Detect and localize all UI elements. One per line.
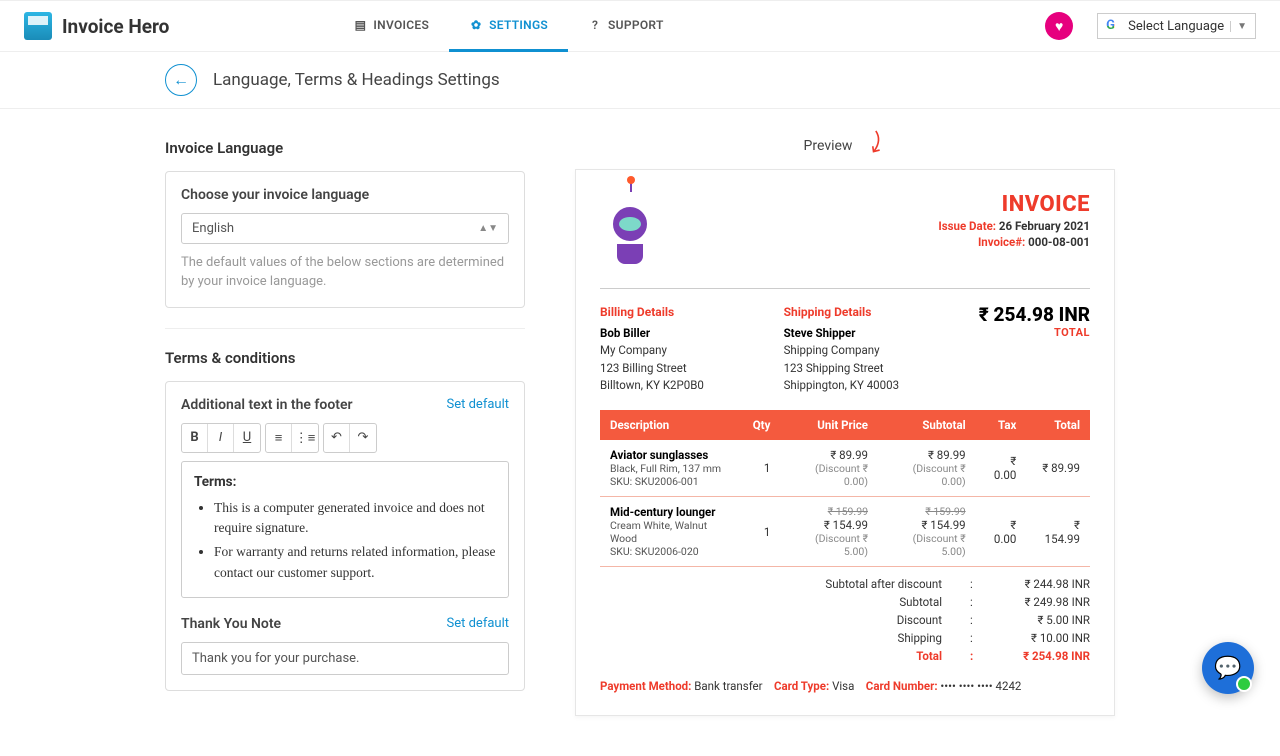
favorite-button[interactable]: ♥ (1045, 12, 1073, 40)
select-caret-icon: ▲▼ (478, 223, 498, 234)
set-default-thank-link[interactable]: Set default (447, 616, 510, 631)
nav-invoices[interactable]: ▤ INVOICES (333, 0, 449, 52)
language-picker[interactable]: G Select Language ▼ (1097, 13, 1256, 39)
language-card: Choose your invoice language English ▲▼ … (165, 171, 525, 308)
question-icon: ? (588, 18, 602, 32)
terms-item: For warranty and returns related informa… (214, 542, 496, 583)
line-items-table: Description Qty Unit Price Subtotal Tax … (600, 410, 1090, 567)
bullet-list-button[interactable]: ≡ (266, 424, 292, 452)
col-tax: Tax (976, 410, 1027, 440)
divider (165, 328, 525, 329)
thank-you-label: Thank You Note (181, 616, 281, 632)
language-helper-text: The default values of the below sections… (181, 254, 509, 292)
bold-button[interactable]: B (182, 424, 208, 452)
invoice-preview: INVOICE Issue Date: 26 February 2021 Inv… (575, 169, 1115, 716)
col-total: Total (1026, 410, 1090, 440)
settings-panel: Invoice Language Choose your invoice lan… (165, 133, 525, 716)
section-terms-title: Terms & conditions (165, 349, 525, 367)
choose-language-label: Choose your invoice language (181, 187, 509, 203)
nav-settings[interactable]: ✿ SETTINGS (449, 0, 568, 52)
back-button[interactable]: ← (165, 64, 197, 96)
google-icon: G (1106, 18, 1122, 34)
col-description: Description (600, 410, 743, 440)
underline-button[interactable]: U (234, 424, 260, 452)
invoice-number-label: Invoice#: (978, 235, 1025, 249)
issue-date-label: Issue Date: (938, 219, 996, 233)
language-select-value: English (192, 221, 234, 236)
document-icon: ▤ (353, 18, 367, 32)
app-logo[interactable]: Invoice Hero (24, 12, 169, 40)
curved-arrow-icon (858, 125, 895, 162)
main-nav: ▤ INVOICES ✿ SETTINGS ? SUPPORT (333, 0, 683, 52)
arrow-left-icon: ← (173, 70, 189, 90)
invoice-number-value: 000-08-001 (1028, 235, 1090, 249)
page-title: Language, Terms & Headings Settings (213, 70, 500, 90)
company-logo (600, 192, 660, 270)
terms-card: Additional text in the footer Set defaul… (165, 381, 525, 691)
chat-icon: 💬 (1214, 656, 1241, 681)
app-name: Invoice Hero (62, 15, 169, 38)
nav-settings-label: SETTINGS (489, 18, 548, 32)
nav-invoices-label: INVOICES (373, 18, 429, 32)
terms-editor[interactable]: Terms: This is a computer generated invo… (181, 461, 509, 598)
terms-item: This is a computer generated invoice and… (214, 498, 496, 539)
heart-icon: ♥ (1055, 18, 1063, 35)
col-subtotal: Subtotal (878, 410, 976, 440)
numbered-list-button[interactable]: ⋮≡ (292, 424, 318, 452)
terms-heading: Terms: (194, 474, 236, 490)
section-language-title: Invoice Language (165, 139, 525, 157)
chat-widget[interactable]: 💬 (1202, 642, 1254, 694)
footer-text-label: Additional text in the footer (181, 397, 353, 413)
nav-support-label: SUPPORT (608, 18, 664, 32)
language-picker-label: Select Language (1128, 19, 1224, 34)
shipping-details: Shipping Details Steve Shipper Shipping … (784, 303, 899, 394)
col-qty: Qty (743, 410, 781, 440)
main-content: Invoice Language Choose your invoice lan… (155, 109, 1125, 756)
invoice-summary: Subtotal after discount:₹ 244.98 INR Sub… (600, 575, 1090, 665)
invoice-title: INVOICE (938, 192, 1090, 217)
billing-details: Billing Details Bob Biller My Company 12… (600, 303, 704, 394)
caret-icon: ▼ (1230, 21, 1247, 32)
table-row: Aviator sunglassesBlack, Full Rim, 137 m… (600, 440, 1090, 497)
logo-icon (24, 12, 52, 40)
sub-header: ← Language, Terms & Headings Settings (0, 52, 1280, 109)
thank-you-input[interactable] (181, 642, 509, 675)
payment-info: Payment Method: Bank transfer Card Type:… (600, 679, 1090, 693)
set-default-footer-link[interactable]: Set default (447, 397, 510, 412)
grand-total: ₹ 254.98 INR TOTAL (979, 303, 1090, 394)
editor-toolbar: B I U ≡ ⋮≡ ↶ ↷ (181, 423, 509, 453)
preview-panel: Preview INVOICE Issue Date: 26 February … (575, 133, 1115, 716)
issue-date-value: 26 February 2021 (999, 219, 1090, 233)
undo-button[interactable]: ↶ (324, 424, 350, 452)
italic-button[interactable]: I (208, 424, 234, 452)
nav-support[interactable]: ? SUPPORT (568, 0, 684, 52)
col-unit: Unit Price (780, 410, 878, 440)
preview-label: Preview (575, 133, 1115, 159)
redo-button[interactable]: ↷ (350, 424, 376, 452)
topbar: Invoice Hero ▤ INVOICES ✿ SETTINGS ? SUP… (0, 0, 1280, 52)
language-select[interactable]: English ▲▼ (181, 213, 509, 244)
table-row: Mid-century loungerCream White, Walnut W… (600, 497, 1090, 567)
gear-icon: ✿ (469, 18, 483, 32)
